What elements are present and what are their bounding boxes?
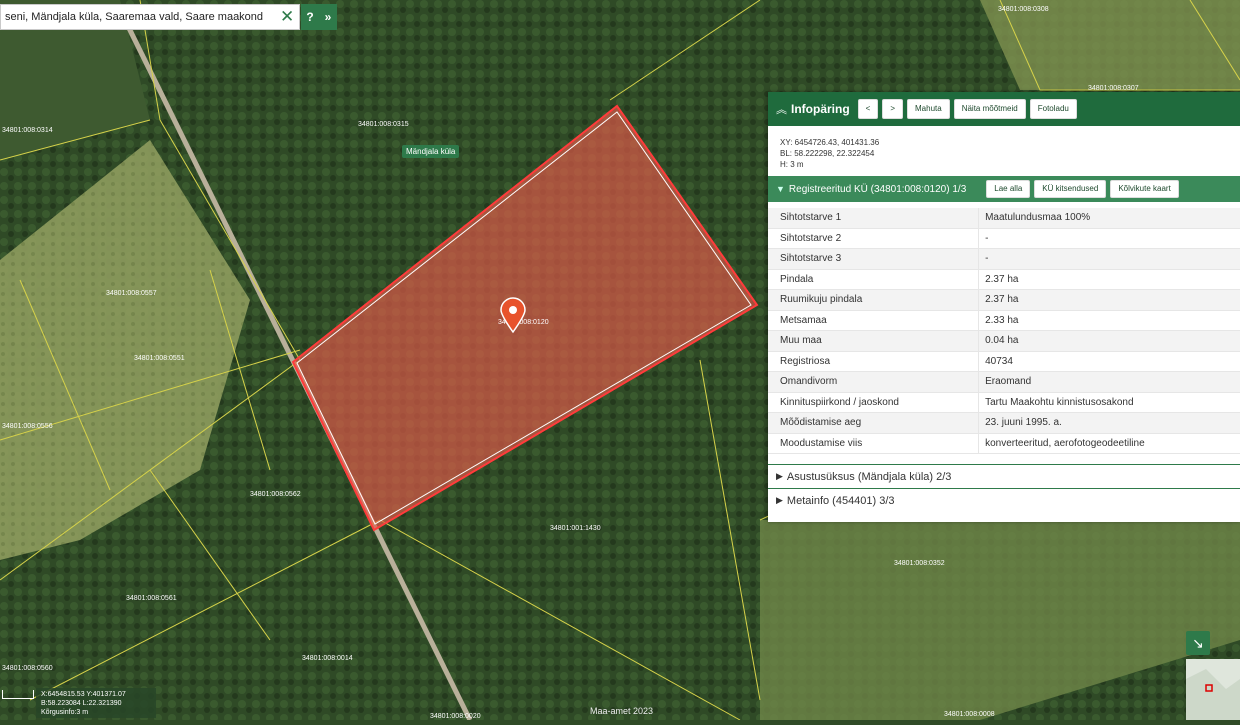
expand-search-button[interactable]: » (319, 4, 337, 30)
settlement-unit-section[interactable]: ▶ Asustusüksus (Mändjala küla) 2/3 (768, 464, 1240, 488)
attr-label: Ruumikuju pindala (768, 289, 979, 311)
collapse-icon[interactable]: ︽ (776, 101, 787, 117)
attr-label: Muu maa (768, 330, 979, 352)
clear-search-icon[interactable]: ✕ (275, 5, 299, 29)
triangle-right-icon: ▶ (776, 471, 783, 481)
next-button[interactable]: > (882, 99, 904, 119)
help-button[interactable]: ? (301, 4, 319, 30)
attr-label: Kinnituspiirkond / jaoskond (768, 392, 979, 413)
attr-label: Sihtotstarve 1 (768, 208, 979, 229)
attr-label: Omandivorm (768, 371, 979, 393)
prev-button[interactable]: < (857, 99, 879, 119)
attr-label: Sihtotstarve 3 (768, 248, 979, 270)
register-part-link[interactable]: 40734 (978, 351, 1240, 372)
cursor-xy: X:6454815.53 Y:401371.07 (41, 691, 126, 698)
table-row: Ruumikuju pindala 2.37 ha (768, 289, 1240, 311)
cursor-coordinates: X:6454815.53 Y:401371.07 B:58.223084 L:2… (36, 688, 156, 718)
photo-archive-button[interactable]: Fotoladu (1029, 99, 1077, 119)
table-row: Moodustamise viis konverteeritud, aerofot… (768, 433, 1240, 454)
attr-label: Registriosa (768, 351, 979, 372)
attr-value: 0.04 ha (978, 330, 1240, 352)
land-use-map-button[interactable]: Kõlvikute kaart (1110, 180, 1179, 198)
table-row: Kinnituspiirkond / jaoskond Tartu Maakoht… (768, 392, 1240, 413)
triangle-down-icon: ▼ (776, 184, 785, 194)
table-row: Omandivorm Eraomand (768, 371, 1240, 393)
parcel-attributes-table: Sihtotstarve 1 Maatulundusmaa 100% Sihtot… (768, 208, 1240, 454)
attr-value: konverteeritud, aerofotogeodeetiline (978, 433, 1240, 454)
bl-coordinate: BL: 58.222298, 22.322454 (780, 149, 875, 158)
overview-map[interactable] (1186, 659, 1240, 720)
village-label: Mändjala küla (402, 145, 460, 158)
address-search[interactable]: ✕ (0, 4, 300, 30)
table-row: Metsamaa 2.33 ha (768, 310, 1240, 331)
height-value: H: 3 m (780, 160, 804, 169)
table-row: Sihtotstarve 1 Maatulundusmaa 100% (768, 208, 1240, 229)
parcel-label: 34801:008:0020 (430, 713, 481, 720)
attr-label: Mõõdistamise aeg (768, 412, 979, 434)
parcel-label: 34801:008:0561 (126, 595, 177, 602)
download-button[interactable]: Lae alla (986, 180, 1031, 198)
attr-value: 2.37 ha (978, 269, 1240, 290)
attr-label: Metsamaa (768, 310, 979, 331)
parcel-label: 34801:008:0014 (302, 655, 353, 662)
parcel-label: 34801:008:0307 (1088, 85, 1139, 92)
info-panel: ︽ Infopäring < > Mahuta Näita mõõtmeid F… (768, 92, 1240, 522)
fit-button[interactable]: Mahuta (907, 99, 950, 119)
overview-toggle-button[interactable]: ↘ (1186, 631, 1210, 655)
double-chevron-down-icon: » (324, 10, 332, 24)
info-panel-header: ︽ Infopäring < > Mahuta Näita mõõtmeid F… (768, 92, 1240, 126)
parcel-label: 34801:008:0352 (894, 560, 945, 567)
attr-label: Sihtotstarve 2 (768, 228, 979, 249)
query-coordinates: XY: 6454726.43, 401431.36 BL: 58.222298,… (768, 126, 1240, 176)
cursor-bl: B:58.223084 L:22.321390 (41, 700, 122, 707)
attr-label: Pindala (768, 269, 979, 290)
parcel-label: 34801:008:0315 (358, 121, 409, 128)
table-row: Sihtotstarve 2- (768, 228, 1240, 249)
show-measurements-button[interactable]: Näita mõõtmeid (953, 99, 1026, 119)
parcel-label: 34801:008:0556 (2, 423, 53, 430)
parcel-label: 34801:008:0314 (2, 127, 53, 134)
restrictions-button[interactable]: KÜ kitsendused (1034, 180, 1107, 198)
attr-value: 23. juuni 1995. a. (978, 412, 1240, 434)
meadow-area (980, 0, 1240, 90)
attr-value: Tartu Maakohtu kinnistusosakond (978, 392, 1240, 413)
parcel-label: 34801:008:0551 (134, 355, 185, 362)
copyright-text: Maa-amet 2023 (590, 706, 654, 716)
registered-parcel-title: Registreeritud KÜ (34801:008:0120) 1/3 (788, 183, 967, 195)
parcel-label: 34801:008:0308 (998, 6, 1049, 13)
table-row: Mõõdistamise aeg 23. juuni 1995. a. (768, 412, 1240, 434)
attr-value: - (978, 248, 1240, 270)
attr-value: Eraomand (978, 371, 1240, 393)
arrow-down-right-icon: ↘ (1192, 635, 1204, 651)
registered-parcel-header[interactable]: ▼ Registreeritud KÜ (34801:008:0120) 1/3… (768, 176, 1240, 202)
scale-bar (2, 690, 34, 699)
attr-value: 2.33 ha (978, 310, 1240, 331)
parcel-label: 34801:001:1430 (550, 525, 601, 532)
table-row: Pindala 2.37 ha (768, 269, 1240, 290)
table-row: Registriosa 40734 (768, 351, 1240, 372)
settlement-unit-title: Asustusüksus (Mändjala küla) 2/3 (786, 470, 952, 483)
overview-map-graphic (1186, 659, 1240, 720)
metainfo-title: Metainfo (454401) 3/3 (786, 494, 895, 507)
triangle-right-icon: ▶ (776, 495, 783, 505)
table-row: Sihtotstarve 3- (768, 248, 1240, 270)
info-panel-title: Infopäring (791, 102, 850, 116)
search-input[interactable] (1, 11, 276, 23)
table-row: Muu maa 0.04 ha (768, 330, 1240, 352)
cursor-height: Kõrgusinfo:3 m (41, 709, 89, 716)
attr-label: Moodustamise viis (768, 433, 979, 454)
attr-value: - (978, 228, 1240, 249)
parcel-label: 34801:008:0562 (250, 491, 301, 498)
attr-value: 2.37 ha (978, 289, 1240, 311)
metainfo-section[interactable]: ▶ Metainfo (454401) 3/3 (768, 488, 1240, 512)
parcel-label: 34801:008:0560 (2, 665, 53, 672)
parcel-label: 34801:008:0008 (944, 711, 995, 718)
xy-coordinate: XY: 6454726.43, 401431.36 (780, 138, 880, 147)
parcel-label: 34801:008:0557 (106, 290, 157, 297)
attr-value: Maatulundusmaa 100% (978, 208, 1240, 229)
